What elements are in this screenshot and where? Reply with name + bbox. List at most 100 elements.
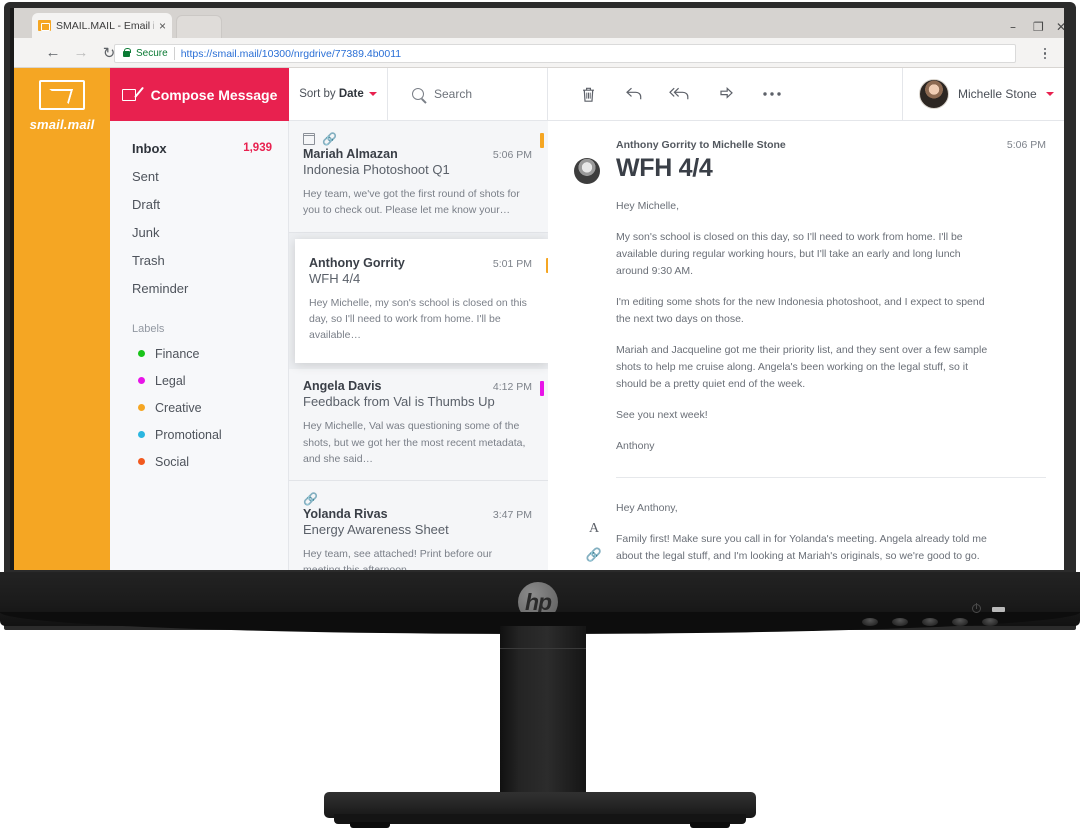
back-icon[interactable]: ← — [40, 40, 66, 66]
chevron-down-icon — [368, 92, 377, 96]
mail-time: 3:47 PM — [492, 509, 532, 522]
sidebar-item-draft[interactable]: Draft — [132, 190, 288, 218]
account-name: Michelle Stone — [958, 87, 1037, 101]
label-text: Legal — [155, 373, 186, 388]
mail-flag — [540, 381, 544, 397]
base-foot — [350, 822, 390, 828]
app-logo: smail.mail — [14, 68, 110, 570]
mail-subject: Energy Awareness Sheet — [303, 522, 449, 538]
sidebar-item-label: Draft — [132, 196, 161, 212]
sender-name: Angela Davis — [303, 379, 382, 394]
forward-icon[interactable]: → — [68, 40, 94, 66]
mail-item-row: Mariah Almazan 5:06 PM — [303, 147, 532, 161]
reading-pane: Anthony Gorrity to Michelle Stone 5:06 P… — [548, 121, 1064, 570]
search-placeholder: Search — [434, 87, 473, 101]
sidebar-item-junk[interactable]: Junk — [132, 218, 288, 246]
sidebar-item-trash[interactable]: Trash — [132, 246, 288, 274]
new-tab-button[interactable] — [176, 15, 222, 38]
reply-tools: A 🔗 — [570, 500, 616, 562]
sidebar-item-sent[interactable]: Sent — [132, 162, 288, 190]
label-item-finance[interactable]: Finance — [132, 340, 288, 367]
browser-menu-icon[interactable] — [1036, 44, 1054, 63]
message-paragraph: Mariah and Jacqueline got me their prior… — [616, 344, 988, 390]
label-color-dot — [138, 350, 145, 357]
attachment-icon: 🔗 — [303, 491, 318, 506]
labels-heading: Labels — [132, 323, 165, 335]
mail-snippet: Hey team, see attached! Print before our… — [303, 548, 493, 570]
sidebar-item-reminder[interactable]: Reminder — [132, 274, 288, 302]
account-menu[interactable]: Michelle Stone — [902, 68, 1064, 121]
brand-name: smail.mail — [29, 117, 95, 132]
mail-list-item[interactable]: 🔗 Mariah Almazan 5:06 PM Indonesia Photosho… — [289, 121, 548, 233]
message-header: Anthony Gorrity to Michelle Stone 5:06 P… — [570, 139, 1046, 184]
secure-label: Secure — [136, 48, 168, 59]
delete-icon[interactable] — [576, 82, 600, 106]
monitor-buttons[interactable] — [862, 618, 998, 630]
close-window-icon[interactable]: ✕ — [1056, 21, 1064, 33]
forward-icon[interactable] — [714, 82, 738, 106]
mail-flag — [540, 133, 544, 148]
lock-icon — [123, 47, 131, 57]
mail-list-item[interactable]: 🔗 Yolanda Rivas 3:47 PM Energy Awareness Sh… — [289, 481, 548, 570]
reply-text[interactable]: Hey Anthony, Family first! Make sure you … — [616, 500, 1046, 570]
label-item-promotional[interactable]: Promotional — [132, 421, 288, 448]
maximize-icon[interactable]: ❐ — [1033, 21, 1044, 33]
sidebar-item-inbox[interactable]: Inbox 1,939 — [132, 134, 288, 162]
message-toolbar — [548, 68, 902, 121]
chevron-down-icon — [1045, 92, 1054, 96]
tab-title: SMAIL.MAIL - Email inbo — [56, 19, 154, 32]
label-text: Creative — [155, 400, 202, 415]
sender-name: Yolanda Rivas — [303, 507, 388, 522]
mail-snippet: Hey Michelle, Val was questioning some o… — [303, 420, 526, 465]
reply-editor[interactable]: A 🔗 Hey Anthony, Family first! Make sure … — [570, 500, 1046, 570]
monitor-screen: SMAIL.MAIL - Email inbo × – ❐ ✕ ← → ↻ Se… — [14, 8, 1064, 570]
compose-message-button[interactable]: Compose Message — [110, 68, 289, 121]
label-text: Social — [155, 454, 190, 469]
label-list: Finance Legal Creative Promotional Social — [132, 340, 288, 475]
sender-avatar — [574, 158, 600, 184]
attachment-icon[interactable]: 🔗 — [586, 548, 602, 561]
browser-window: SMAIL.MAIL - Email inbo × – ❐ ✕ ← → ↻ Se… — [14, 8, 1064, 570]
address-bar[interactable]: Secure https://smail.mail/10300/nrgdrive… — [114, 44, 1016, 63]
unread-count: 1,939 — [243, 142, 272, 154]
sort-by-dropdown[interactable]: Sort by Date — [289, 68, 388, 121]
mail-list-item[interactable]: Angela Davis 4:12 PM Feedback from Val is … — [289, 369, 548, 482]
font-icon[interactable]: A — [589, 522, 599, 536]
base-foot — [690, 822, 730, 828]
mail-item-icons: 🔗 — [303, 491, 532, 506]
label-item-social[interactable]: Social — [132, 448, 288, 475]
compose-label: Compose Message — [150, 86, 278, 103]
message-paragraph: Anthony — [616, 440, 655, 452]
mail-time: 5:06 PM — [492, 149, 532, 161]
mail-list-item[interactable]: Anthony Gorrity 5:01 PM WFH 4/4 Hey Michell… — [295, 238, 548, 364]
message-time: 5:06 PM — [1006, 139, 1046, 151]
mail-time: 4:12 PM — [492, 381, 532, 394]
reply-all-icon[interactable] — [668, 82, 692, 106]
mail-snippet: Hey team, we've got the first round of s… — [303, 188, 520, 217]
message-paragraph: Hey Michelle, — [616, 200, 680, 212]
favicon-icon — [38, 20, 51, 31]
minimize-icon[interactable]: – — [1010, 21, 1016, 33]
browser-tab[interactable]: SMAIL.MAIL - Email inbo × — [32, 13, 172, 38]
more-icon[interactable] — [760, 82, 784, 106]
mail-flag — [546, 257, 548, 273]
label-item-creative[interactable]: Creative — [132, 394, 288, 421]
label-text: Finance — [155, 346, 200, 361]
reply-icon[interactable] — [622, 82, 646, 106]
label-color-dot — [138, 377, 145, 384]
close-icon[interactable]: × — [159, 20, 166, 32]
reply-paragraph: Hey Anthony, — [616, 502, 678, 514]
sidebar: Inbox 1,939 Sent Draft Junk Trash Reminder Lab… — [110, 121, 289, 570]
mail-time: 5:01 PM — [492, 257, 532, 270]
label-color-dot — [138, 458, 145, 465]
calendar-icon — [302, 132, 315, 145]
monitor-neck — [500, 626, 586, 806]
mail-item-row: Anthony Gorrity 5:01 PM — [309, 256, 532, 270]
label-item-legal[interactable]: Legal — [132, 367, 288, 394]
mail-list: 🔗 Mariah Almazan 5:06 PM Indonesia Photosho… — [289, 121, 548, 570]
mail-item-row: Yolanda Rivas 3:47 PM — [303, 507, 532, 521]
sort-value: Date — [338, 88, 364, 100]
message-subject: WFH 4/4 — [616, 154, 713, 182]
mail-subject: Feedback from Val is Thumbs Up — [303, 394, 495, 410]
search-input[interactable]: Search — [388, 68, 548, 121]
